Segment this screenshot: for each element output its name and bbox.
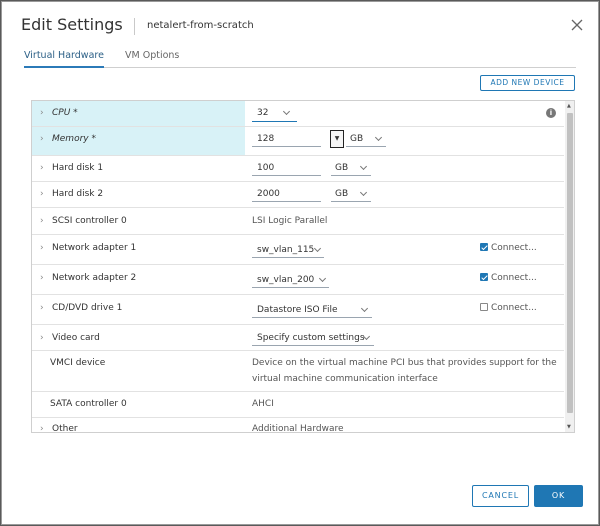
title-separator (134, 18, 135, 35)
network-adapter-1-connect-label: Connect... (491, 243, 537, 253)
hard-disk-2-unit[interactable]: GB (335, 189, 348, 199)
memory-label: Memory * (52, 134, 96, 144)
network-adapter-2-label: Network adapter 2 (52, 273, 137, 283)
cpu-underline (252, 121, 297, 122)
network-adapter-1-network[interactable]: sw_vlan_115 (257, 245, 314, 255)
tab-virtual-hardware[interactable]: Virtual Hardware (24, 50, 104, 68)
video-card-setting[interactable]: Specify custom settings (257, 333, 365, 343)
row-hard-disk-2: › Hard disk 2 2000 GB (32, 182, 564, 208)
row-network-adapter-1: › Network adapter 1 sw_vlan_115 Connect.… (32, 235, 564, 265)
row-hard-disk-1: › Hard disk 1 100 GB (32, 156, 564, 182)
vmci-device-label: VMCI device (50, 358, 106, 368)
sata-controller-label: SATA controller 0 (50, 399, 127, 409)
cpu-label-cell[interactable]: › CPU * (32, 101, 245, 126)
scrollbar-thumb[interactable] (567, 113, 573, 413)
network-adapter-2-underline (252, 287, 329, 288)
row-cpu: › CPU * 32 i (32, 101, 564, 127)
cpu-value[interactable]: 32 (257, 108, 268, 118)
cancel-button[interactable]: CANCEL (472, 485, 529, 507)
hard-disk-2-size[interactable]: 2000 (257, 189, 280, 199)
chevron-right-icon[interactable]: › (40, 243, 44, 253)
chevron-right-icon[interactable]: › (40, 134, 44, 144)
scroll-down-icon[interactable]: ▼ (567, 424, 571, 430)
chevron-down-icon[interactable] (318, 274, 327, 283)
chevron-right-icon[interactable]: › (40, 216, 44, 226)
memory-value[interactable]: 128 (257, 134, 274, 144)
chevron-down-icon[interactable] (359, 162, 368, 171)
scroll-up-icon[interactable]: ▲ (567, 103, 571, 109)
chevron-right-icon[interactable]: › (40, 424, 44, 432)
network-adapter-1-underline (252, 257, 324, 258)
chevron-down-icon[interactable] (374, 133, 383, 142)
hardware-grid: › CPU * 32 i › Memory * 128 ▼ GB › Hard … (31, 100, 575, 433)
hard-disk-2-label: Hard disk 2 (52, 189, 104, 199)
video-card-underline (252, 345, 374, 346)
network-adapter-2-connect-label: Connect... (491, 273, 537, 283)
network-adapter-1-label: Network adapter 1 (52, 243, 137, 253)
cd-dvd-drive-type[interactable]: Datastore ISO File (257, 305, 338, 315)
cd-dvd-drive-connect-label: Connect... (491, 303, 537, 313)
network-adapter-1-connect-checkbox[interactable] (480, 243, 488, 251)
cd-dvd-drive-connect-checkbox[interactable] (480, 303, 488, 311)
hard-disk-2-underline (252, 201, 321, 202)
info-icon[interactable]: i (546, 108, 556, 118)
memory-underline (252, 146, 321, 147)
chevron-down-icon[interactable] (313, 244, 322, 253)
vmci-description-line-1: Device on the virtual machine PCI bus th… (252, 358, 557, 368)
video-card-label: Video card (52, 333, 100, 343)
chevron-right-icon[interactable]: › (40, 108, 44, 118)
scsi-controller-type: LSI Logic Parallel (252, 216, 328, 226)
hard-disk-2-unit-underline (331, 201, 371, 202)
chevron-down-icon[interactable] (282, 107, 291, 116)
cd-dvd-drive-label: CD/DVD drive 1 (52, 303, 123, 313)
hard-disk-1-underline (252, 175, 321, 176)
chevron-right-icon[interactable]: › (40, 163, 44, 173)
hard-disk-1-unit[interactable]: GB (335, 163, 348, 173)
row-vmci-device: VMCI device Device on the virtual machin… (32, 351, 564, 392)
hard-disk-1-label: Hard disk 1 (52, 163, 104, 173)
cpu-label: CPU * (52, 108, 78, 118)
chevron-right-icon[interactable]: › (40, 303, 44, 313)
add-new-device-button[interactable]: ADD NEW DEVICE (480, 75, 575, 91)
row-memory: › Memory * 128 ▼ GB (32, 127, 564, 156)
row-cd-dvd-drive: › CD/DVD drive 1 Datastore ISO File Conn… (32, 295, 564, 325)
row-network-adapter-2: › Network adapter 2 sw_vlan_200 Connect.… (32, 265, 564, 295)
row-sata-controller: SATA controller 0 AHCI (32, 392, 564, 418)
chevron-right-icon[interactable]: › (40, 333, 44, 343)
chevron-down-icon[interactable] (360, 304, 369, 313)
other-label: Other (52, 424, 78, 433)
scsi-controller-label: SCSI controller 0 (52, 216, 127, 226)
memory-stepper[interactable]: ▼ (330, 130, 344, 148)
memory-label-cell[interactable]: › Memory * (32, 127, 245, 155)
chevron-right-icon[interactable]: › (40, 189, 44, 199)
tab-bar: Virtual Hardware VM Options (24, 48, 576, 68)
vertical-scrollbar[interactable]: ▲ ▼ (565, 101, 574, 432)
network-adapter-2-network[interactable]: sw_vlan_200 (257, 275, 314, 285)
network-adapter-2-connect-checkbox[interactable] (480, 273, 488, 281)
vm-name: netalert-from-scratch (147, 20, 254, 31)
ok-button[interactable]: OK (534, 485, 583, 507)
other-value: Additional Hardware (252, 424, 344, 433)
dialog-title: Edit Settings (21, 15, 123, 34)
chevron-right-icon[interactable]: › (40, 273, 44, 283)
vmci-description-line-2: virtual machine communication interface (252, 374, 438, 384)
edit-settings-dialog: Edit Settings netalert-from-scratch Virt… (1, 1, 599, 525)
row-scsi-controller: › SCSI controller 0 LSI Logic Parallel (32, 208, 564, 235)
memory-unit[interactable]: GB (350, 134, 363, 144)
sata-controller-type: AHCI (252, 399, 274, 409)
row-other: › Other Additional Hardware (32, 418, 564, 433)
hard-disk-1-size[interactable]: 100 (257, 163, 274, 173)
cd-dvd-drive-underline (252, 317, 372, 318)
tab-vm-options[interactable]: VM Options (125, 50, 179, 68)
memory-unit-underline (346, 146, 386, 147)
chevron-down-icon[interactable] (359, 188, 368, 197)
row-video-card: › Video card Specify custom settings (32, 325, 564, 351)
hard-disk-1-unit-underline (331, 175, 371, 176)
close-icon[interactable] (569, 17, 585, 33)
